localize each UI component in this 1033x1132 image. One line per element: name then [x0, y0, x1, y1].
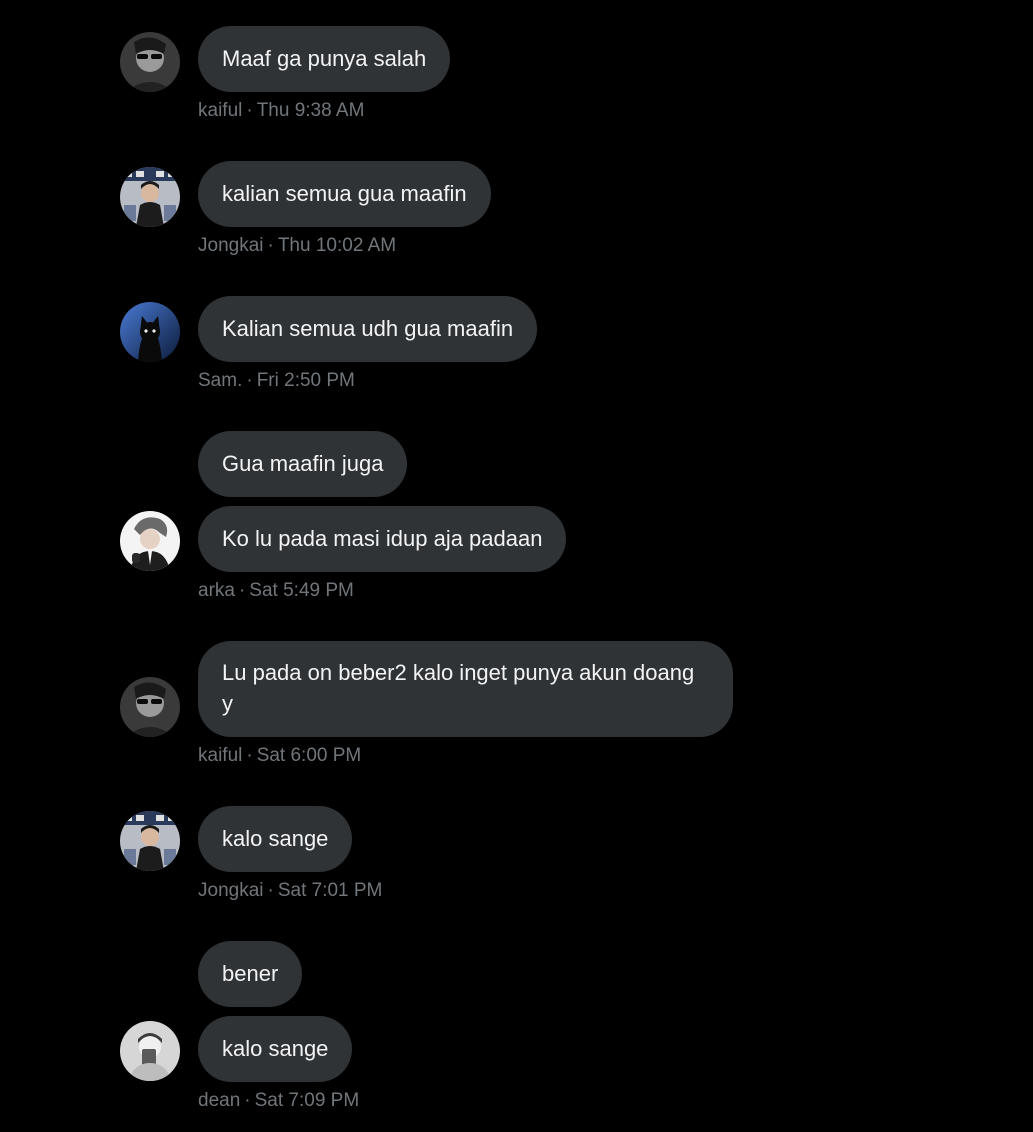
- meta-separator: ·: [246, 100, 253, 121]
- message-meta: arka · Sat 5:49 PM: [198, 579, 354, 603]
- message-time: Thu 9:38 AM: [256, 100, 365, 121]
- message-bubble[interactable]: Maaf ga punya salah: [198, 26, 451, 92]
- message-time: Sat 7:01 PM: [277, 880, 383, 901]
- sender-name[interactable]: dean: [198, 1090, 240, 1111]
- sender-name[interactable]: arka: [198, 580, 235, 601]
- sender-name[interactable]: kaiful: [198, 745, 242, 766]
- message-time: Thu 10:02 AM: [277, 235, 397, 256]
- message-bubble[interactable]: Ko lu pada masi idup aja padaan: [198, 506, 567, 572]
- arka-avatar[interactable]: [120, 511, 180, 571]
- meta-separator: ·: [246, 370, 253, 391]
- kaiful-avatar[interactable]: [120, 32, 180, 92]
- message-bubble[interactable]: kalo sange: [198, 1016, 353, 1082]
- meta-separator: ·: [238, 580, 246, 601]
- sender-name[interactable]: Jongkai: [198, 880, 264, 901]
- message-meta: dean · Sat 7:09 PM: [198, 1089, 359, 1113]
- message-meta: kaiful · Sat 6:00 PM: [198, 744, 361, 768]
- message-bubble[interactable]: Kalian semua udh gua maafin: [198, 296, 538, 362]
- meta-separator: ·: [267, 235, 274, 256]
- message-time: Sat 6:00 PM: [256, 745, 362, 766]
- kaiful-avatar[interactable]: [120, 677, 180, 737]
- jongkai-avatar[interactable]: [120, 167, 180, 227]
- message-time: Sat 5:49 PM: [249, 580, 354, 601]
- message-bubble[interactable]: Gua maafin juga: [198, 431, 408, 497]
- sender-name[interactable]: kaiful: [198, 100, 242, 121]
- message-meta: Jongkai · Thu 10:02 AM: [198, 234, 396, 258]
- message-time: Sat 7:09 PM: [254, 1090, 360, 1111]
- meta-separator: ·: [244, 1090, 251, 1111]
- message-bubble[interactable]: Lu pada on beber2 kalo inget punya akun …: [198, 641, 733, 737]
- jongkai-avatar[interactable]: [120, 811, 180, 871]
- sender-name[interactable]: Jongkai: [198, 235, 264, 256]
- meta-separator: ·: [267, 880, 274, 901]
- dean-avatar[interactable]: [120, 1021, 180, 1081]
- sam-avatar[interactable]: [120, 302, 180, 362]
- sender-name[interactable]: Sam.: [198, 370, 242, 391]
- message-bubble[interactable]: kalo sange: [198, 806, 353, 872]
- message-meta: Jongkai · Sat 7:01 PM: [198, 879, 382, 903]
- message-bubble[interactable]: bener: [198, 941, 303, 1007]
- meta-separator: ·: [246, 745, 253, 766]
- message-meta: Sam. · Fri 2:50 PM: [198, 369, 355, 393]
- message-meta: kaiful · Thu 9:38 AM: [198, 99, 364, 123]
- message-bubble[interactable]: kalian semua gua maafin: [198, 161, 491, 227]
- message-time: Fri 2:50 PM: [256, 370, 355, 391]
